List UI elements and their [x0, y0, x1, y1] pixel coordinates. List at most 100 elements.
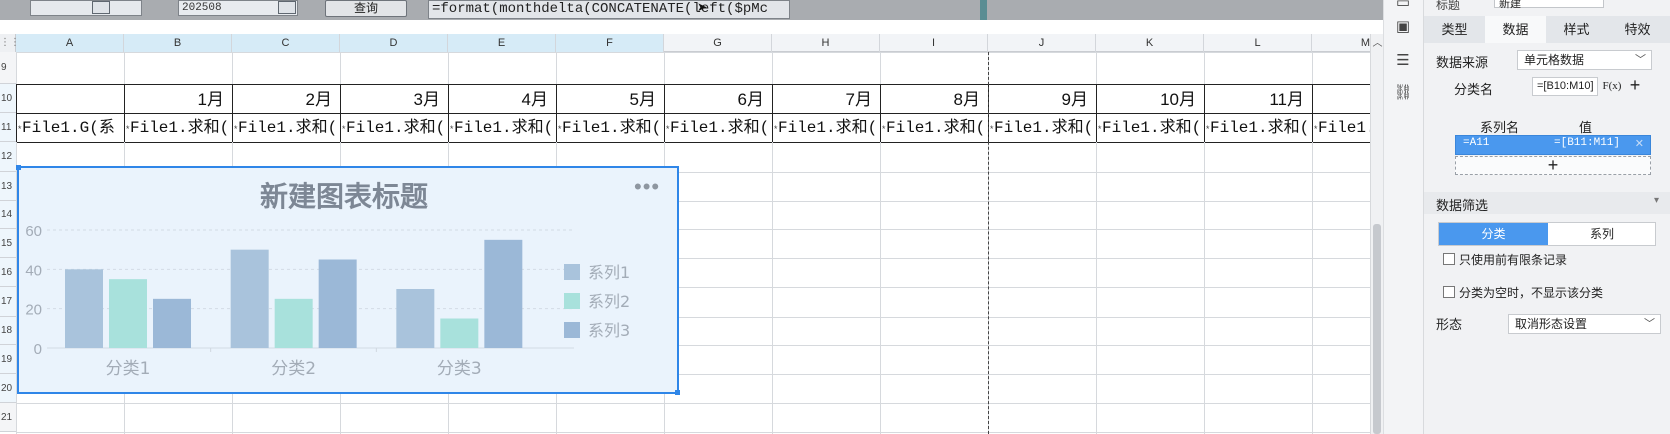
cell-element-icon[interactable]: ▭ — [1392, 0, 1414, 14]
resize-handle[interactable] — [675, 390, 680, 395]
scrollbar-thumb[interactable] — [1373, 224, 1381, 434]
field-cell[interactable]: * File1. — [1312, 115, 1370, 142]
row-header-13[interactable]: 13 — [0, 172, 16, 201]
column-header-i[interactable]: I — [880, 34, 988, 52]
column-header-d[interactable]: D — [340, 34, 448, 52]
bar-chart[interactable]: 新建图表标题 0 20 40 60 分类1 分类2 分类3 系列1 系列2 系列3 ••• — [16, 165, 680, 395]
row-header-10[interactable]: 10 — [0, 84, 16, 113]
tab-style[interactable]: 样式 — [1546, 16, 1607, 43]
tab-type[interactable]: 类型 — [1424, 16, 1485, 43]
y-tick-label: 0 — [34, 341, 42, 358]
field-cell[interactable]: * File1.求和( — [1204, 115, 1312, 142]
calendar-icon[interactable] — [92, 1, 110, 14]
category-name-label: 分类名 — [1454, 82, 1494, 97]
bar-2-3 — [318, 259, 357, 348]
row-header-9[interactable]: 9 — [0, 52, 16, 84]
row-header-21[interactable]: 21 — [0, 403, 16, 432]
expand-marker-icon: * — [341, 125, 347, 135]
row-header-17[interactable]: 17 — [0, 287, 16, 317]
field-cell[interactable]: * File1.求和( — [664, 115, 772, 142]
row-header-20[interactable]: 20 — [0, 374, 16, 403]
add-series-button[interactable]: + — [1455, 156, 1651, 175]
legend-swatch — [564, 264, 580, 280]
column-header-l[interactable]: L — [1204, 34, 1312, 52]
month-header-cell[interactable]: 10月 — [1096, 86, 1204, 113]
data-source-value: 单元格数据 — [1524, 53, 1585, 67]
column-header-m[interactable]: M — [1312, 34, 1370, 52]
field-cell-text: File1.G(系 — [22, 119, 115, 137]
row-header-18[interactable]: 18 — [0, 317, 16, 345]
column-header-f[interactable]: F — [556, 34, 664, 52]
column-header-g[interactable]: G — [664, 34, 772, 52]
category-name-input[interactable]: =[B10:M10] — [1532, 77, 1598, 96]
resize-handle[interactable] — [16, 165, 21, 170]
column-header-a[interactable]: A — [16, 34, 124, 52]
shape-value: 取消形态设置 — [1515, 317, 1588, 331]
month-header-cell[interactable]: 12 — [1312, 86, 1370, 113]
calendar-icon[interactable] — [278, 1, 296, 14]
segment-category[interactable]: 分类 — [1439, 223, 1548, 245]
month-header-cell[interactable]: 8月 — [880, 86, 988, 113]
month-header-cell[interactable]: 4月 — [448, 86, 556, 113]
data-source-select[interactable]: 单元格数据 ﹀ — [1517, 50, 1652, 70]
month-header-cell[interactable]: 2月 — [232, 86, 340, 113]
close-icon[interactable]: ✕ — [1635, 137, 1644, 151]
series-row[interactable]: =A11 =[B11:M11] ✕ — [1455, 135, 1651, 155]
month-header-cell[interactable]: 5月 — [556, 86, 664, 113]
field-cell[interactable]: * File1.求和( — [1096, 115, 1204, 142]
column-header-j[interactable]: J — [988, 34, 1096, 52]
month-header-cell[interactable]: 3月 — [340, 86, 448, 113]
field-cell[interactable]: * File1.求和( — [880, 115, 988, 142]
add-button[interactable]: + — [1626, 75, 1644, 95]
field-cell[interactable]: * File1.求和( — [124, 115, 232, 142]
more-options-icon[interactable]: ••• — [634, 176, 660, 198]
data-filter-section[interactable]: 数据筛选 ▾ — [1424, 192, 1670, 214]
shape-select[interactable]: 取消形态设置 ﹀ — [1508, 314, 1661, 334]
collapse-icon[interactable]: ▾ — [1654, 195, 1659, 206]
row-header-14[interactable]: 14 — [0, 201, 16, 229]
tab-effects[interactable]: 特效 — [1607, 16, 1668, 43]
tab-data[interactable]: 数据 — [1485, 16, 1546, 43]
row-header-19[interactable]: 19 — [0, 345, 16, 374]
month-header-cell[interactable]: 1月 — [124, 86, 232, 113]
parameter-field[interactable] — [30, 0, 142, 16]
column-header-c[interactable]: C — [232, 34, 340, 52]
month-header-cell[interactable]: 9月 — [988, 86, 1096, 113]
column-header-b[interactable]: B — [124, 34, 232, 52]
title-input[interactable]: 新建 — [1494, 0, 1604, 10]
series-name-cell[interactable]: =A11 — [1463, 137, 1489, 149]
month-header-cell[interactable]: 11月 — [1204, 86, 1312, 113]
column-header-e[interactable]: E — [448, 34, 556, 52]
row-header-15[interactable]: 15 — [0, 229, 16, 258]
link-icon[interactable]: ⛓ — [1392, 82, 1414, 104]
field-cell[interactable]: * File1.求和( — [988, 115, 1096, 142]
widget-settings-icon[interactable]: ☰ — [1392, 50, 1414, 72]
column-header-k[interactable]: K — [1096, 34, 1204, 52]
chart-attribute-icon[interactable]: ▣ — [1392, 16, 1414, 38]
month-header-cell[interactable]: 6月 — [664, 86, 772, 113]
field-cell[interactable]: * File1.求和( — [448, 115, 556, 142]
row-header-12[interactable]: 12 — [0, 142, 16, 172]
select-all-corner[interactable]: ⋮⋮ — [0, 34, 20, 52]
hide-empty-category-checkbox[interactable] — [1443, 286, 1455, 298]
vertical-scrollbar[interactable]: ︿ — [1370, 34, 1383, 434]
row-header-11[interactable]: 11 — [0, 113, 16, 142]
chevron-down-icon: ﹀ — [1644, 318, 1655, 330]
field-cell[interactable]: * File1.求和( — [232, 115, 340, 142]
formula-field[interactable]: =format(monthdelta(CONCATENATE(left($pMc — [428, 0, 790, 19]
field-cell-text: File1.求和( — [1102, 119, 1202, 137]
segment-series[interactable]: 系列 — [1548, 223, 1656, 245]
field-cell[interactable]: * File1.G(系 — [16, 115, 124, 142]
month-header-cell[interactable]: 7月 — [772, 86, 880, 113]
field-cell[interactable]: * File1.求和( — [556, 115, 664, 142]
series-value-cell[interactable]: =[B11:M11] — [1554, 137, 1620, 149]
formula-button[interactable]: F(x) — [1602, 77, 1622, 96]
row-header-16[interactable]: 16 — [0, 258, 16, 287]
field-cell-text: File1.求和( — [886, 119, 986, 137]
field-cell[interactable]: * File1.求和( — [340, 115, 448, 142]
column-header-h[interactable]: H — [772, 34, 880, 52]
field-cell[interactable]: * File1.求和( — [772, 115, 880, 142]
query-button[interactable]: 查询 — [325, 0, 407, 17]
row-gridline — [16, 113, 1370, 114]
limit-records-checkbox[interactable] — [1443, 253, 1455, 265]
